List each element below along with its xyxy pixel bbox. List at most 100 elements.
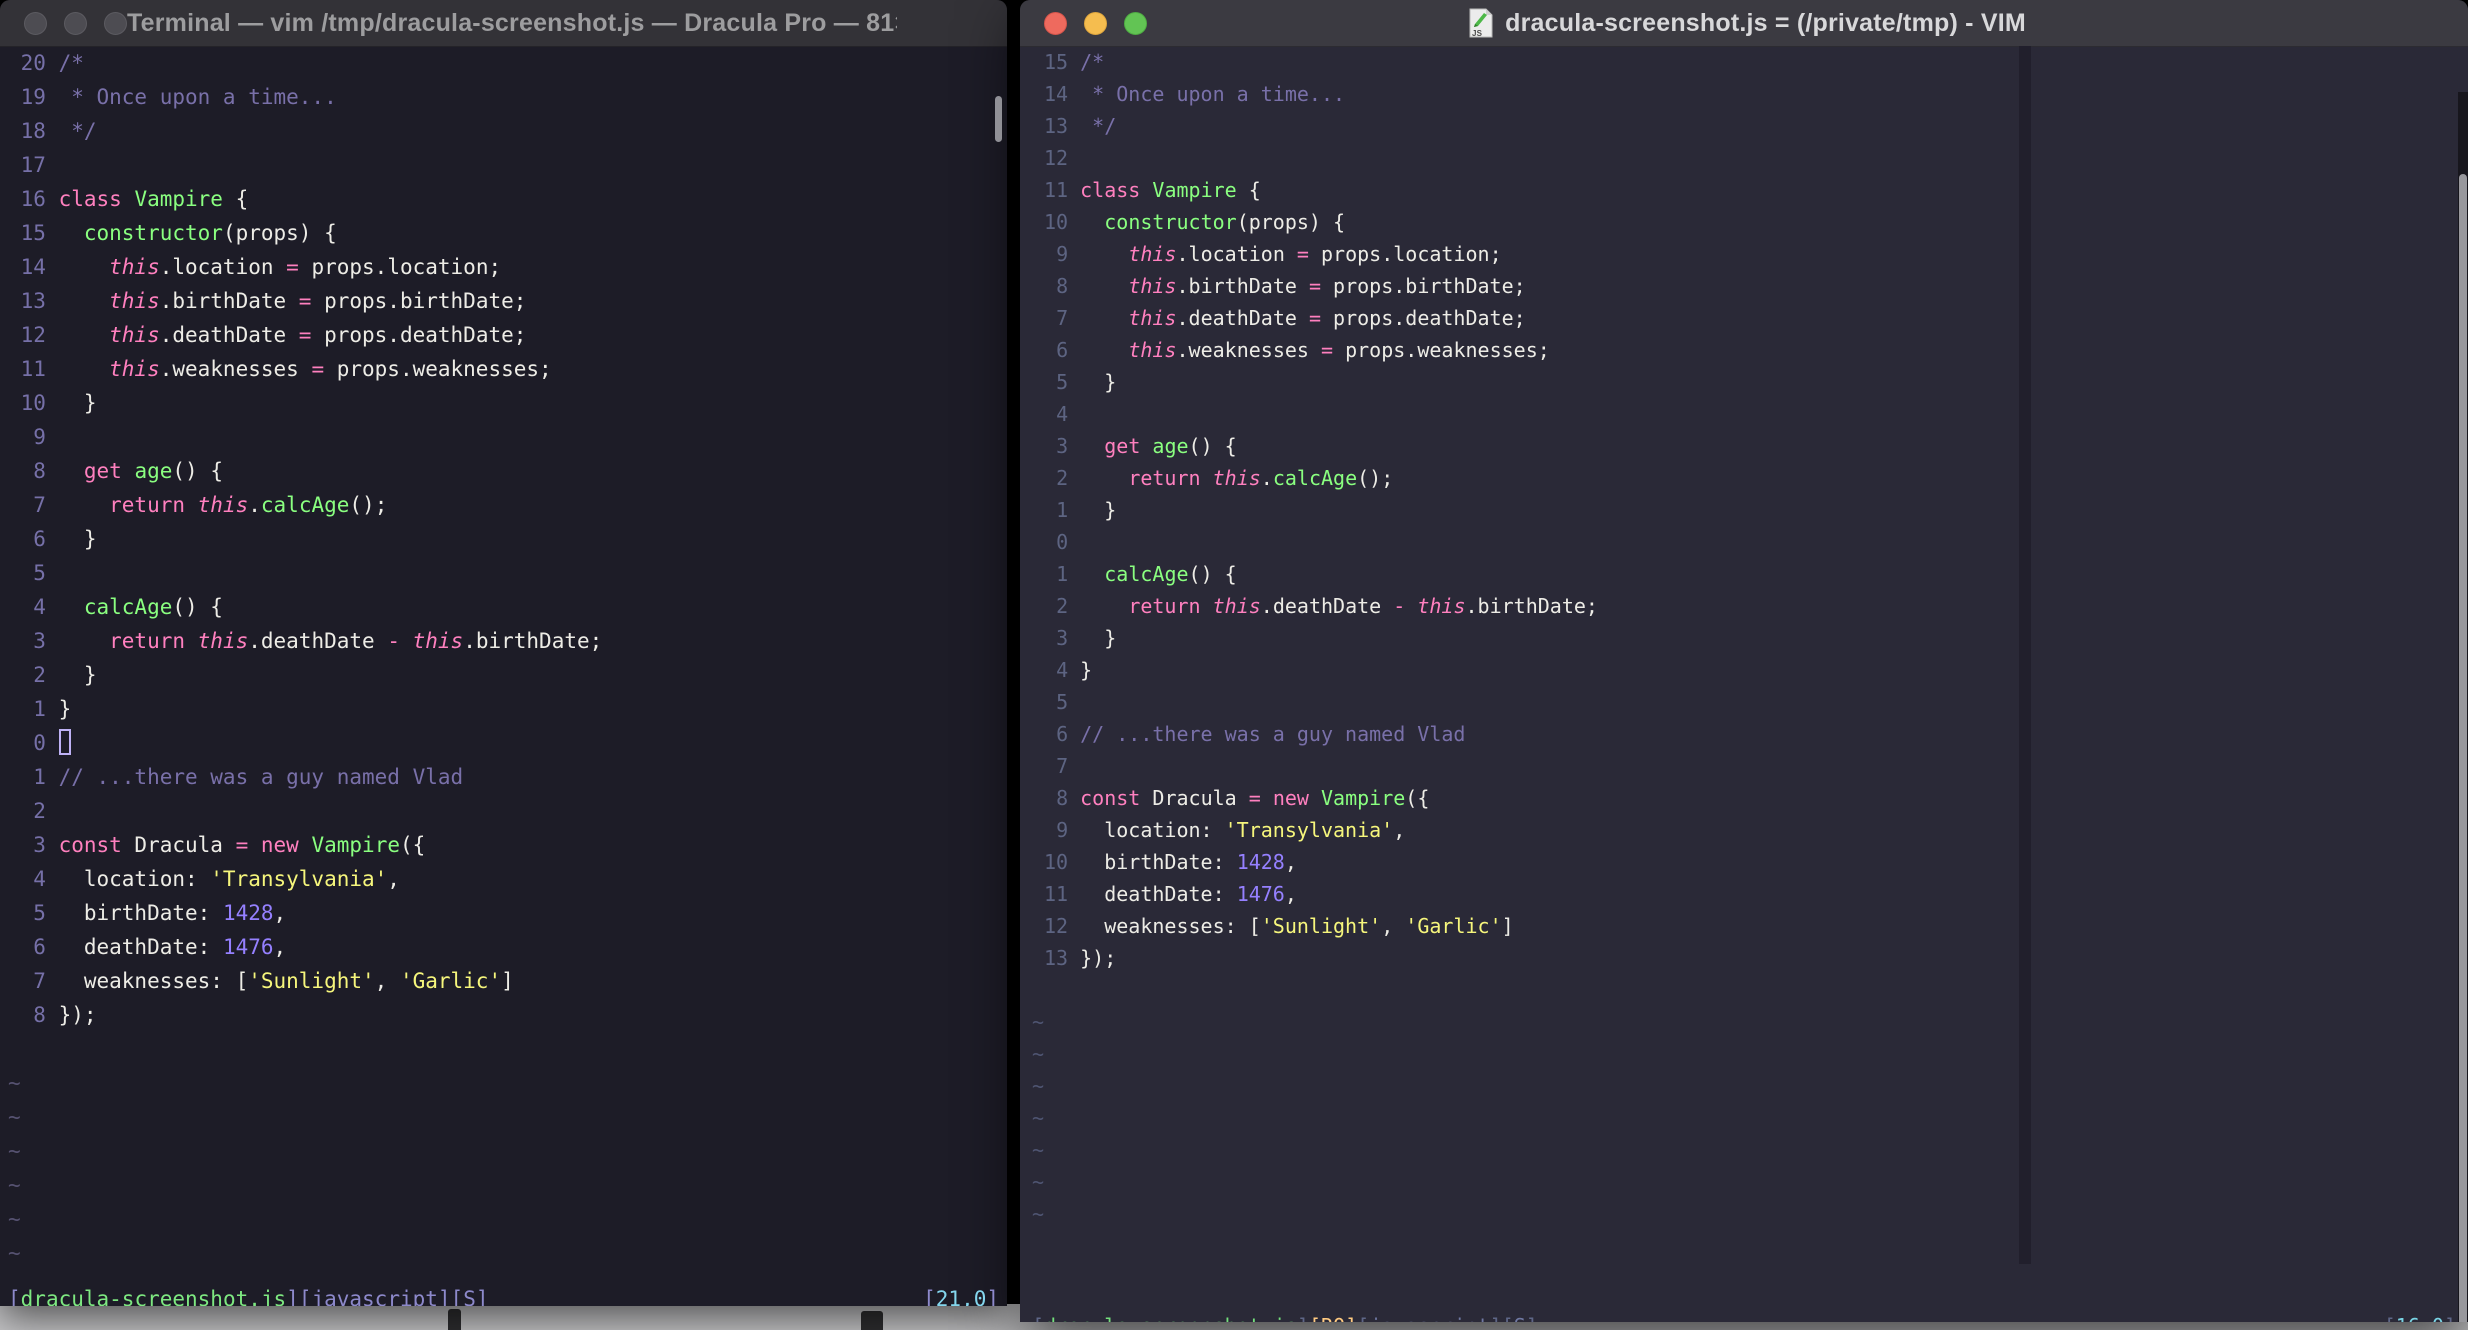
code-token: Dracula — [121, 833, 236, 857]
macvim-titlebar[interactable]: JS dracula-screenshot.js = (/private/tmp… — [1020, 0, 2468, 47]
status-segment: [ — [1032, 1314, 1044, 1322]
code-token: constructor — [83, 221, 223, 245]
code-line: 11 this.weaknesses = props.weaknesses; — [8, 352, 1005, 386]
code-line: 1 // ...there was a guy named Vlad — [8, 760, 1005, 794]
code-line: 12 weaknesses: ['Sunlight', 'Garlic'] — [1032, 910, 2466, 942]
macvim-scrollbar-track[interactable] — [2458, 92, 2468, 1322]
code-token: = — [286, 255, 299, 279]
code-token: .location — [159, 255, 287, 279]
terminal-scrollbar-thumb[interactable] — [995, 96, 1002, 142]
line-number: 5 — [33, 561, 46, 585]
code-token: birthDate: — [1080, 850, 1237, 874]
code-line: 6 this.weaknesses = props.weaknesses; — [1032, 334, 2466, 366]
status-segment: [ — [2384, 1314, 2396, 1322]
tilde-row: ~ — [1032, 1198, 2466, 1230]
code-line: 7 — [1032, 750, 2466, 782]
code-token: const — [1080, 786, 1141, 810]
code-token: Vampire — [311, 833, 400, 857]
code-line: 5 } — [1032, 366, 2466, 398]
terminal-vim-pane[interactable]: 20/* 19 * Once upon a time... 18 */17 16 cla… — [0, 46, 1007, 1306]
tilde-row: ~ — [1032, 1070, 2466, 1102]
code-token: 'Sunlight' — [248, 969, 375, 993]
code-token: (); — [1357, 466, 1394, 490]
close-button[interactable] — [24, 11, 47, 35]
line-number: 7 — [1056, 754, 1069, 778]
line-number: 7 — [1056, 306, 1069, 330]
code-token: props.weaknesses; — [324, 357, 552, 381]
code-token: return — [1128, 466, 1201, 490]
code-line: 15 /* — [1032, 46, 2466, 78]
statusline-cursor-position: [16,0] — [2384, 1310, 2456, 1322]
code-token: = — [1308, 274, 1321, 298]
code-line: 3 } — [1032, 622, 2466, 654]
code-line: 7 return this.calcAge(); — [8, 488, 1005, 522]
status-segment: ] — [1526, 1314, 1538, 1322]
code-line: 20 /* — [8, 46, 1005, 80]
zoom-button[interactable] — [104, 11, 127, 35]
tilde-marker: ~ — [8, 1105, 21, 1129]
code-token: const — [58, 833, 122, 857]
tilde-marker: ~ — [1032, 1042, 1045, 1066]
js-file-icon-label: JS — [1472, 29, 1483, 38]
tilde-row: ~ — [8, 1100, 1005, 1134]
js-file-icon: JS — [1469, 8, 1493, 38]
line-number: 11 — [1044, 882, 1069, 906]
macvim-edit-pane[interactable]: 15/* 14 * Once upon a time... 13 */12 11 cla… — [1020, 46, 2468, 1322]
code-token: 'Garlic' — [399, 969, 502, 993]
code-line: 13 this.birthDate = props.birthDate; — [8, 284, 1005, 318]
tilde-row: ~ — [8, 1134, 1005, 1168]
code-token: ] — [501, 969, 514, 993]
line-number: 6 — [33, 935, 46, 959]
line-number: 18 — [20, 119, 46, 143]
code-token: 'Transylvania' — [210, 867, 388, 891]
minimize-button[interactable] — [64, 11, 87, 35]
code-token: birthDate: — [58, 901, 223, 925]
zoom-button[interactable] — [1124, 11, 1147, 35]
line-number: 16 — [20, 187, 46, 211]
code-token: deathDate: — [1080, 882, 1237, 906]
statusline-file-info: [dracula-screenshot.js][javascript][S] — [8, 1282, 489, 1306]
line-number: 1 — [33, 765, 46, 789]
code-token: = — [235, 833, 249, 857]
code-token: , — [1284, 850, 1297, 874]
code-token: this — [1212, 594, 1261, 618]
tilde-marker: ~ — [8, 1071, 21, 1095]
tilde-row: ~ — [8, 1236, 1005, 1270]
code-token: ({ — [400, 833, 426, 857]
code-line: 4 calcAge() { — [8, 590, 1005, 624]
status-segment: ] — [2444, 1314, 2456, 1322]
code-token: this — [197, 493, 249, 517]
minimize-button[interactable] — [1084, 11, 1107, 35]
code-token: = — [298, 289, 312, 313]
code-token: 1476 — [222, 935, 274, 959]
code-line: 6 deathDate: 1476, — [8, 930, 1005, 964]
line-number: 13 — [20, 289, 46, 313]
code-token: .deathDate — [159, 323, 299, 347]
code-token: age — [134, 459, 173, 483]
tilde-marker: ~ — [8, 1173, 21, 1197]
code-token: , — [273, 901, 287, 925]
empty-row — [1032, 974, 2466, 1006]
code-token: props.weaknesses; — [1333, 338, 1550, 362]
close-button[interactable] — [1044, 11, 1067, 35]
status-segment: 21,0 — [935, 1287, 987, 1306]
background-window-artifact — [448, 1309, 461, 1330]
terminal-titlebar[interactable]: Terminal — vim /tmp/dracula-screenshot.j… — [0, 0, 1007, 47]
macvim-scrollbar-thumb[interactable] — [2459, 174, 2467, 1322]
code-line: 14 * Once upon a time... — [1032, 78, 2466, 110]
line-number: 9 — [33, 425, 46, 449]
code-token: this — [1128, 306, 1177, 330]
code-line: 1 } — [1032, 494, 2466, 526]
line-number: 5 — [1056, 690, 1069, 714]
line-number: 7 — [33, 493, 46, 517]
code-token: = — [298, 323, 312, 347]
status-segment: javascript — [1369, 1314, 1489, 1322]
